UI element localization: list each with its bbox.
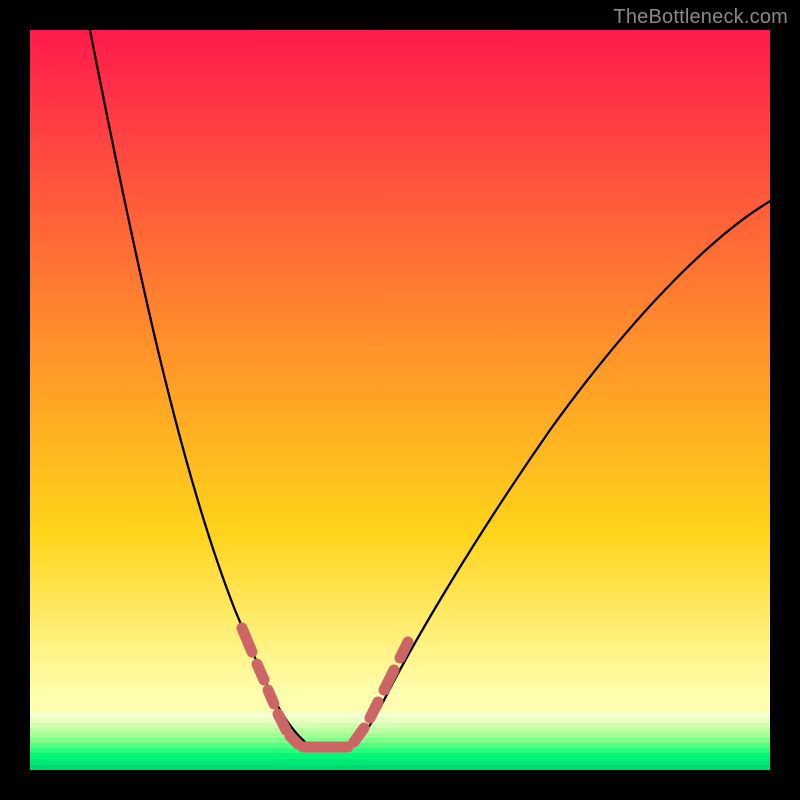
marker-segments — [242, 628, 408, 747]
watermark-text: TheBottleneck.com — [613, 6, 788, 29]
chart-frame: TheBottleneck.com — [0, 0, 800, 800]
plot-area — [30, 30, 770, 770]
curve-svg — [30, 30, 770, 770]
bottleneck-curve — [88, 30, 770, 751]
